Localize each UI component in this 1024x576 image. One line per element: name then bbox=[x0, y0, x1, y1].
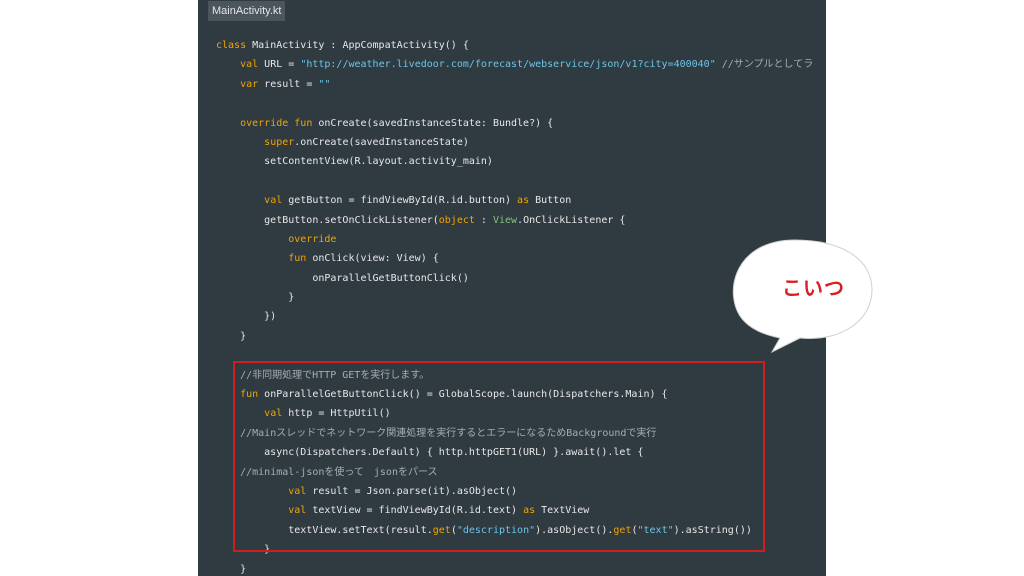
callout-text: こいつ bbox=[782, 276, 845, 300]
speech-bubble bbox=[732, 239, 873, 354]
